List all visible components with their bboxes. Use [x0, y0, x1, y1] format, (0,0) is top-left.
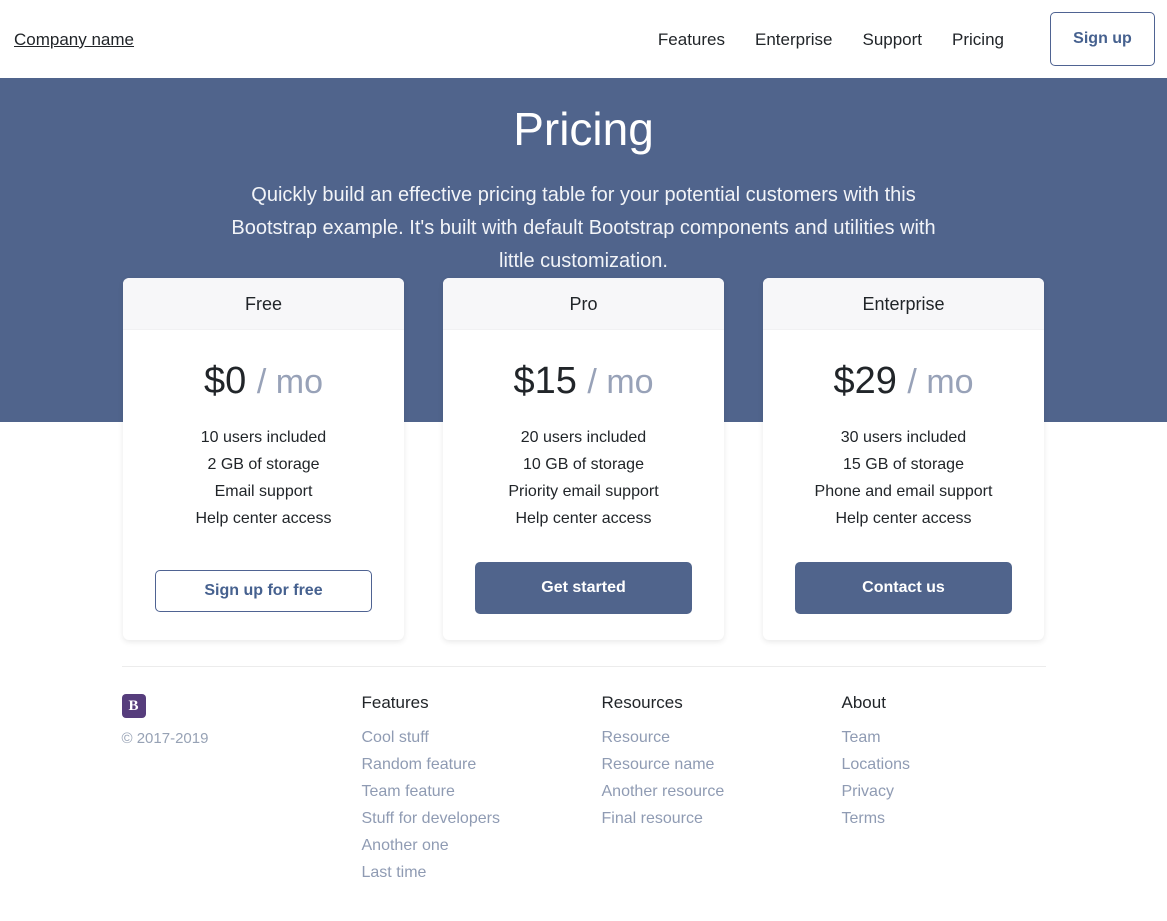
contact-us-button[interactable]: Contact us	[795, 562, 1012, 614]
footer-link-final-resource[interactable]: Final resource	[602, 810, 703, 827]
footer-link-resource[interactable]: Resource	[602, 729, 670, 746]
list-item: Another one	[362, 832, 602, 859]
plan-name: Enterprise	[862, 293, 945, 314]
footer-link-resource-name[interactable]: Resource name	[602, 756, 715, 773]
hero-description: Quickly build an effective pricing table…	[231, 184, 936, 273]
footer-link-random-feature[interactable]: Random feature	[362, 756, 477, 773]
pricing-card-pro: Pro $15 / mo 20 users included 10 GB of …	[443, 278, 724, 640]
plan-cta-wrap: Get started	[459, 562, 708, 614]
plan-feature-item: 30 users included	[840, 429, 967, 446]
page-footer: B © 2017-2019 Features Cool stuff Random…	[0, 666, 1167, 886]
plan-feature-item: 10 users included	[200, 429, 327, 446]
price-amount: $29	[833, 360, 897, 402]
plan-feature-list: 20 users included 10 GB of storage Prior…	[459, 424, 708, 532]
list-item: Final resource	[602, 805, 842, 832]
get-started-button[interactable]: Get started	[475, 562, 692, 614]
footer-link-list: Team Locations Privacy Terms	[842, 724, 1082, 832]
plan-feature-item: 10 GB of storage	[523, 456, 644, 473]
footer-column-resources: Resources Resource Resource name Another…	[602, 694, 842, 886]
bootstrap-logo-icon: B	[121, 694, 146, 718]
navbar-right: Features Enterprise Support Pricing Sign…	[658, 0, 1167, 78]
brand-link[interactable]: Company name	[14, 31, 134, 48]
footer-column-title: About	[841, 693, 886, 712]
pricing-card-header: Enterprise	[763, 278, 1044, 330]
plan-price: $15 / mo	[459, 362, 708, 400]
signup-button[interactable]: Sign up	[1050, 12, 1155, 66]
list-item: Resource	[602, 724, 842, 751]
plan-feature-item: 20 users included	[520, 429, 647, 446]
footer-column-title: Resources	[601, 693, 683, 712]
pricing-card-body: $0 / mo 10 users included 2 GB of storag…	[123, 330, 404, 640]
list-item: Resource name	[602, 751, 842, 778]
list-item: Another resource	[602, 778, 842, 805]
hero-section: Pricing Quickly build an effective prici…	[0, 78, 1167, 640]
nav-item-enterprise[interactable]: Enterprise	[755, 31, 832, 48]
footer-content: B © 2017-2019 Features Cool stuff Random…	[121, 666, 1046, 886]
plan-cta-wrap: Sign up for free	[139, 570, 388, 614]
plan-feature-item: Email support	[214, 483, 313, 500]
plan-feature-list: 10 users included 2 GB of storage Email …	[139, 424, 388, 532]
price-period: / mo	[256, 363, 323, 401]
pricing-card-enterprise: Enterprise $29 / mo 30 users included 15…	[763, 278, 1044, 640]
footer-link-another-one[interactable]: Another one	[362, 837, 449, 854]
footer-link-stuff-for-developers[interactable]: Stuff for developers	[362, 810, 500, 827]
plan-feature-item: Priority email support	[508, 483, 659, 500]
plan-feature-item: Phone and email support	[814, 483, 993, 500]
page-title: Pricing	[513, 103, 654, 155]
plan-name: Free	[244, 293, 282, 314]
plan-feature-item: 2 GB of storage	[207, 456, 320, 473]
footer-link-locations[interactable]: Locations	[842, 756, 911, 773]
footer-column-title: Features	[361, 693, 429, 712]
footer-link-team-feature[interactable]: Team feature	[362, 783, 455, 800]
list-item: Cool stuff	[362, 724, 602, 751]
plan-feature-item: Help center access	[515, 510, 652, 527]
plan-feature-list: 30 users included 15 GB of storage Phone…	[779, 424, 1028, 532]
signup-for-free-button[interactable]: Sign up for free	[155, 570, 372, 612]
nav-item-support[interactable]: Support	[862, 31, 922, 48]
primary-nav: Features Enterprise Support Pricing	[658, 31, 1004, 48]
pricing-card-free: Free $0 / mo 10 users included 2 GB of s…	[123, 278, 404, 640]
price-period: / mo	[907, 363, 974, 401]
footer-link-list: Cool stuff Random feature Team feature S…	[362, 724, 602, 886]
plan-feature-item: Help center access	[835, 510, 972, 527]
pricing-card-body: $29 / mo 30 users included 15 GB of stor…	[763, 330, 1044, 640]
list-item: Privacy	[842, 778, 1082, 805]
plan-price: $0 / mo	[139, 362, 388, 400]
footer-column-features: Features Cool stuff Random feature Team …	[362, 694, 602, 886]
footer-link-privacy[interactable]: Privacy	[842, 783, 894, 800]
plan-name: Pro	[569, 293, 598, 314]
plan-feature-item: 15 GB of storage	[843, 456, 964, 473]
list-item: Locations	[842, 751, 1082, 778]
pricing-card-header: Free	[123, 278, 404, 330]
price-period: / mo	[587, 363, 654, 401]
list-item: Random feature	[362, 751, 602, 778]
list-item: Last time	[362, 859, 602, 886]
footer-link-last-time[interactable]: Last time	[362, 864, 427, 881]
nav-item-pricing[interactable]: Pricing	[952, 31, 1004, 48]
plan-feature-item: Help center access	[195, 510, 332, 527]
price-amount: $15	[513, 360, 577, 402]
copyright-text: © 2017-2019	[121, 730, 209, 747]
list-item: Stuff for developers	[362, 805, 602, 832]
footer-link-cool-stuff[interactable]: Cool stuff	[362, 729, 429, 746]
nav-item-features[interactable]: Features	[658, 31, 725, 48]
footer-brand-column: B © 2017-2019	[121, 694, 362, 886]
footer-link-list: Resource Resource name Another resource …	[602, 724, 842, 832]
footer-column-about: About Team Locations Privacy Terms	[842, 694, 1082, 886]
price-amount: $0	[204, 360, 247, 402]
list-item: Terms	[842, 805, 1082, 832]
plan-cta-wrap: Contact us	[779, 562, 1028, 614]
footer-link-terms[interactable]: Terms	[842, 810, 886, 827]
list-item: Team	[842, 724, 1082, 751]
plan-price: $29 / mo	[779, 362, 1028, 400]
footer-link-another-resource[interactable]: Another resource	[602, 783, 725, 800]
pricing-card-group: Free $0 / mo 10 users included 2 GB of s…	[0, 278, 1167, 640]
pricing-card-header: Pro	[443, 278, 724, 330]
list-item: Team feature	[362, 778, 602, 805]
top-navbar: Company name Features Enterprise Support…	[0, 0, 1167, 78]
footer-link-team[interactable]: Team	[842, 729, 881, 746]
pricing-card-body: $15 / mo 20 users included 10 GB of stor…	[443, 330, 724, 640]
